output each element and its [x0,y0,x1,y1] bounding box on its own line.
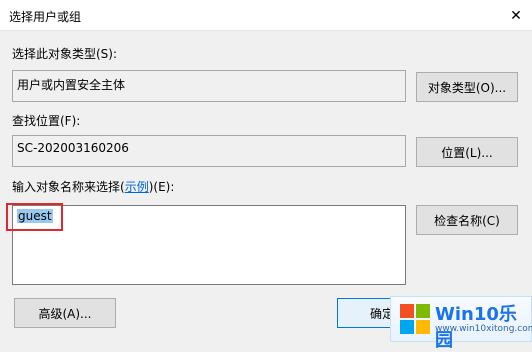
watermark-url: www.win10xitong.com [435,324,532,334]
title-bar: 选择用户或组 ✕ [0,0,532,31]
examples-link[interactable]: 示例 [125,180,149,194]
location-label: 查找位置(F): [12,114,81,128]
object-type-label: 选择此对象类型(S): [12,47,118,61]
advanced-button-label: 高级(A)... [38,306,92,321]
locations-button[interactable]: 位置(L)... [416,137,518,167]
highlight-annotation [6,203,63,231]
object-names-label: 输入对象名称来选择(示例)(E): [12,178,174,195]
object-type-value: 用户或内置安全主体 [17,78,126,92]
check-names-button[interactable]: 检查名称(C) [416,205,518,235]
close-button[interactable]: ✕ [500,0,532,31]
advanced-button[interactable]: 高级(A)... [14,298,116,328]
close-icon: ✕ [510,7,522,24]
watermark: Win10乐园 www.win10xitong.com [390,296,532,351]
object-names-label-suffix: )(E): [148,180,175,194]
locations-button-label: 位置(L)... [441,145,493,160]
object-names-input[interactable]: guest [12,205,406,285]
object-types-button-label: 对象类型(O)... [427,80,507,95]
location-field: SC-202003160206 [12,135,406,167]
window-title: 选择用户或组 [9,10,82,24]
object-types-button[interactable]: 对象类型(O)... [416,72,518,102]
object-type-field: 用户或内置安全主体 [12,70,406,102]
check-names-button-label: 检查名称(C) [434,213,500,228]
object-names-label-prefix: 输入对象名称来选择( [12,180,125,194]
windows-logo-icon [400,304,430,334]
location-value: SC-202003160206 [17,141,129,155]
